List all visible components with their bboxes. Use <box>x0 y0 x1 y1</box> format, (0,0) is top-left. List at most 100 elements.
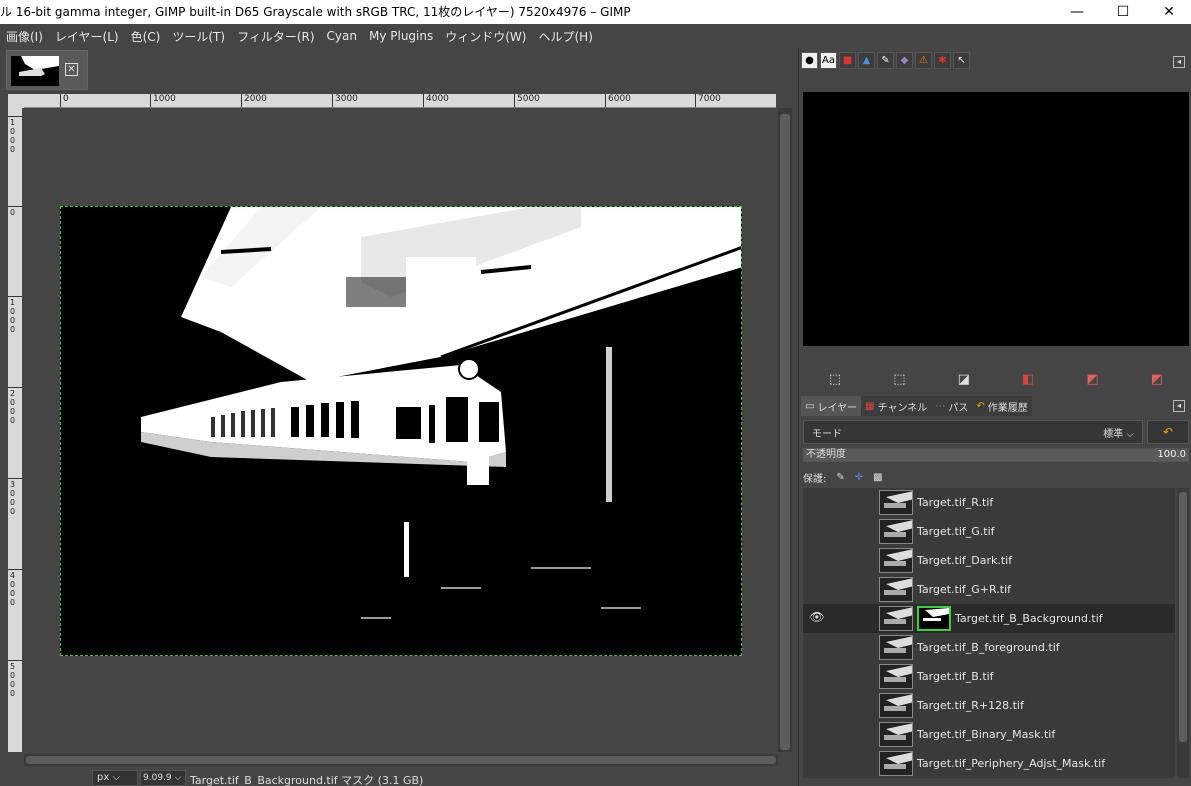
eye-icon[interactable] <box>807 552 827 568</box>
canvas-vertical-scrollbar[interactable] <box>778 108 792 752</box>
image-canvas[interactable] <box>60 206 742 656</box>
lock-alpha-icon[interactable]: ▩ <box>873 472 882 483</box>
lock-label: 保護: <box>803 473 827 485</box>
menu-windows[interactable]: ウィンドウ(W) <box>439 28 532 45</box>
eye-icon[interactable] <box>807 755 827 771</box>
menu-filters[interactable]: フィルター(R) <box>231 28 320 45</box>
layer-thumbnail <box>879 519 913 544</box>
pointer-tab-icon[interactable]: ↖ <box>953 52 970 69</box>
menu-layer[interactable]: レイヤー(L) <box>49 28 125 45</box>
layers-scrollbar[interactable] <box>1177 488 1189 778</box>
image-canvas-area[interactable] <box>24 108 776 752</box>
layers-list: Target.tif_R.tif Target.tif_G.tif Target.t… <box>803 488 1175 778</box>
layer-mask-thumbnail[interactable] <box>917 606 951 631</box>
stroke-icon[interactable]: ◩ <box>1129 372 1185 387</box>
layer-thumbnail <box>879 490 913 515</box>
warning-tab-icon[interactable]: ⚠ <box>915 52 932 69</box>
chevron-down-icon: ⌵ <box>174 773 182 783</box>
layer-thumbnail <box>879 577 913 602</box>
opacity-label: 不透明度 <box>806 449 846 460</box>
ruler-corner[interactable] <box>8 94 24 108</box>
select-none-icon[interactable]: ⬚ <box>871 372 927 387</box>
tab-channels[interactable]: ▦ チャンネル <box>861 396 931 416</box>
image-tab[interactable]: ✕ <box>6 50 88 90</box>
layer-thumbnail <box>879 548 913 573</box>
eye-icon[interactable] <box>807 523 827 539</box>
select-rect-icon[interactable]: ⬚ <box>807 372 863 387</box>
layer-row[interactable]: Target.tif_B_foreground.tif <box>803 633 1175 662</box>
image-tab-close-icon[interactable]: ✕ <box>65 63 78 76</box>
font-tab-icon[interactable]: Aa <box>820 52 837 69</box>
eye-icon[interactable]: 👁 <box>807 610 827 626</box>
menu-help[interactable]: ヘルプ(H) <box>532 28 598 45</box>
layer-row[interactable]: Target.tif_G+R.tif <box>803 575 1175 604</box>
layer-name: Target.tif_B.tif <box>917 670 994 683</box>
lock-row: 保護: ✎ ✛ ▩ <box>803 468 883 486</box>
dock-menu-icon[interactable]: ◂ <box>1173 56 1185 68</box>
eye-icon[interactable] <box>807 668 827 684</box>
eye-icon[interactable] <box>807 581 827 597</box>
eye-icon[interactable] <box>807 726 827 742</box>
layers-dock-tabs: ▭ レイヤー ▦ チャンネル ⋯ パス ↶ 作業履歴 <box>801 396 1032 416</box>
lock-pixels-icon[interactable]: ✎ <box>836 472 844 483</box>
layer-row[interactable]: Target.tif_G.tif <box>803 517 1175 546</box>
lock-position-icon[interactable]: ✛ <box>855 472 863 483</box>
menu-colors[interactable]: 色(C) <box>125 28 167 45</box>
to-path-icon[interactable]: ◩ <box>1065 372 1121 387</box>
layer-name: Target.tif_R.tif <box>917 496 994 509</box>
menu-tools[interactable]: ツール(T) <box>166 28 231 45</box>
window-title: ル 16-bit gamma integer, GIMP built-in D6… <box>0 5 631 19</box>
unit-select[interactable]: px ⌵ <box>92 770 138 786</box>
switch-icon: ↶ <box>1162 425 1174 439</box>
menu-my-plugins[interactable]: My Plugins <box>363 29 439 43</box>
image-tab-thumbnail <box>11 56 59 86</box>
dock-top-tabs: ● Aa ■ ▲ ✎ ◆ ⚠ ✱ ↖ <box>801 52 970 72</box>
eye-icon[interactable] <box>807 639 827 655</box>
eye-icon[interactable] <box>807 494 827 510</box>
layer-row[interactable]: Target.tif_B.tif <box>803 662 1175 691</box>
layer-name: Target.tif_B_Background.tif <box>955 612 1103 625</box>
layer-name: Target.tif_Periphery_Adjst_Mask.tif <box>917 757 1106 770</box>
mode-label: モード <box>812 428 842 440</box>
layer-name: Target.tif_Binary_Mask.tif <box>917 728 1056 741</box>
invert-icon[interactable]: ◪ <box>936 372 992 387</box>
layer-thumbnail <box>879 635 913 660</box>
layer-name: Target.tif_B_foreground.tif <box>917 641 1060 654</box>
layer-row[interactable]: Target.tif_Dark.tif <box>803 546 1175 575</box>
layer-row[interactable]: 👁 Target.tif_B_Background.tif <box>803 604 1175 633</box>
layer-name: Target.tif_R+128.tif <box>917 699 1024 712</box>
zoom-select[interactable]: 9.09.9 ⌵ <box>140 770 186 786</box>
menu-image[interactable]: 画像(I) <box>0 28 49 45</box>
paint-tab-icon[interactable]: ✎ <box>877 52 894 69</box>
menu-cyan[interactable]: Cyan <box>321 29 363 43</box>
layer-row[interactable]: Target.tif_R.tif <box>803 488 1175 517</box>
tab-undo-history[interactable]: ↶ 作業履歴 <box>972 396 1031 416</box>
pattern-tab-icon[interactable]: ◆ <box>896 52 913 69</box>
layers-dock-menu-icon[interactable]: ◂ <box>1173 400 1185 412</box>
tab-paths[interactable]: ⋯ パス <box>931 396 972 416</box>
brush-tab-icon[interactable]: ● <box>801 52 818 69</box>
layer-mode-select[interactable]: モード 標準 ⌵ <box>803 420 1143 444</box>
layer-thumbnail <box>879 751 913 776</box>
mode-value: 標準 <box>1103 428 1124 440</box>
layer-row[interactable]: Target.tif_R+128.tif <box>803 691 1175 720</box>
symmetry-tab-icon[interactable]: ✱ <box>934 52 951 69</box>
tab-layers[interactable]: ▭ レイヤー <box>801 396 862 416</box>
mode-switch-button[interactable]: ↶ <box>1147 420 1189 444</box>
minimize-button[interactable]: — <box>1054 0 1100 24</box>
close-button[interactable]: ✕ <box>1146 0 1191 24</box>
navigation-preview[interactable] <box>803 92 1189 346</box>
opacity-slider[interactable]: 不透明度 100.0 <box>803 448 1189 462</box>
histogram-tab-icon[interactable]: ▲ <box>858 52 875 69</box>
layer-row[interactable]: Target.tif_Binary_Mask.tif <box>803 720 1175 749</box>
color-tab-icon[interactable]: ■ <box>839 52 856 69</box>
canvas-horizontal-scrollbar[interactable] <box>24 754 778 766</box>
layer-row[interactable]: Target.tif_Periphery_Adjst_Mask.tif <box>803 749 1175 778</box>
paths-icon: ⋯ <box>935 400 946 412</box>
to-channel-icon[interactable]: ◧ <box>1000 372 1056 387</box>
maximize-button[interactable]: ☐ <box>1100 0 1146 24</box>
layer-thumbnail <box>879 664 913 689</box>
eye-icon[interactable] <box>807 697 827 713</box>
vertical-ruler: 1000 0 1000 2000 3000 4000 5000 <box>8 108 22 752</box>
layer-name: Target.tif_G.tif <box>917 525 995 538</box>
